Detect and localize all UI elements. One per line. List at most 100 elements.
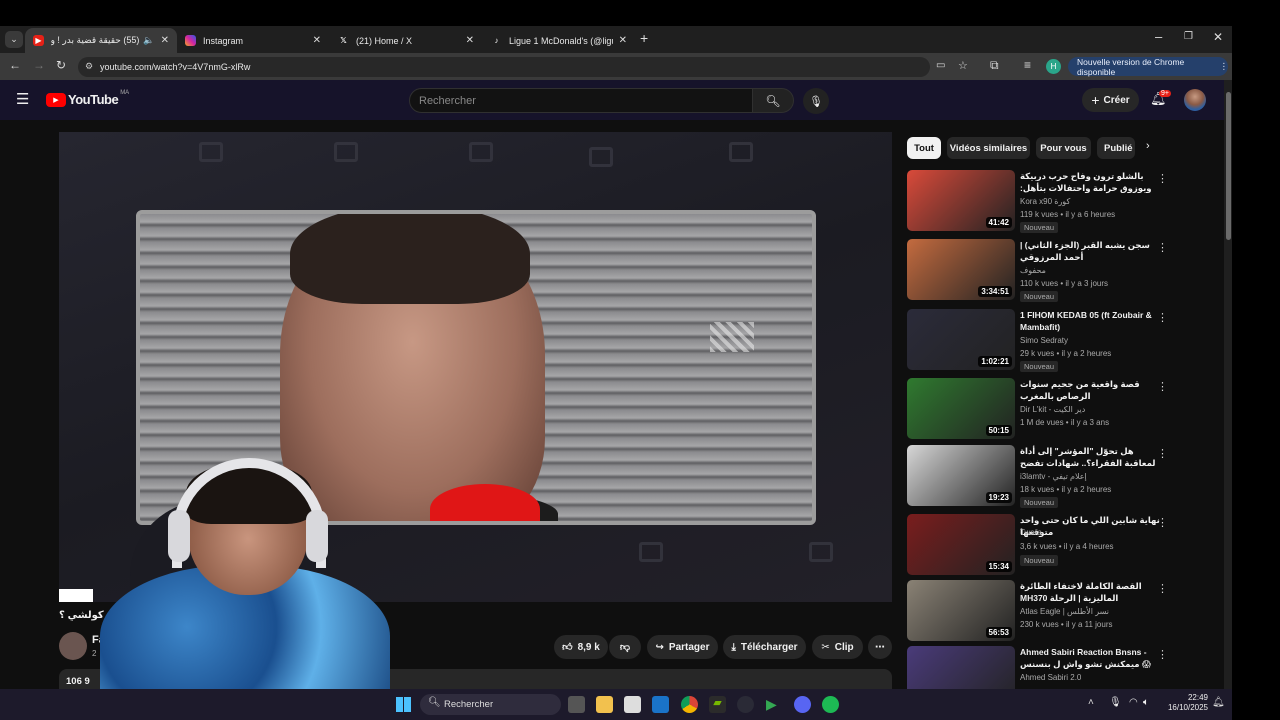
tab-close-icon[interactable]: ✕: [466, 35, 474, 46]
search-input[interactable]: Rechercher: [409, 88, 753, 113]
like-button[interactable]: 👍︎ 8,9 k: [554, 635, 608, 659]
profile-avatar[interactable]: H: [1046, 59, 1061, 74]
more-vertical-icon[interactable]: ⋮: [1157, 582, 1168, 595]
more-vertical-icon[interactable]: ⋮: [1157, 172, 1168, 185]
more-vertical-icon[interactable]: ⋮: [1157, 648, 1168, 661]
media-icon[interactable]: ≡: [1024, 58, 1031, 72]
more-actions-button[interactable]: ⋯: [868, 635, 892, 659]
video-title[interactable]: بالشلو ترون وفاح حرب دربيكة ويوزوق حرامة…: [1020, 170, 1160, 194]
close-window-icon[interactable]: ✕: [1213, 30, 1223, 44]
video-thumbnail[interactable]: 56:53: [907, 580, 1015, 641]
more-vertical-icon[interactable]: ⋮: [1157, 447, 1168, 460]
cast-icon[interactable]: ▭: [936, 60, 945, 71]
list-item[interactable]: 15:34 نهاية شابين اللي ما كان حتى واحد م…: [907, 514, 1197, 578]
store-icon[interactable]: [624, 696, 641, 713]
play-store-icon[interactable]: ▶: [766, 696, 783, 713]
back-icon[interactable]: ←: [9, 58, 21, 72]
chip-similar[interactable]: Vidéos similaires: [947, 137, 1030, 159]
tab-close-icon[interactable]: ✕: [619, 35, 627, 46]
channel-name[interactable]: i3lamtv - إعلام تيفي: [1020, 472, 1087, 481]
video-thumbnail[interactable]: 3:34:51: [907, 239, 1015, 300]
taskbar-search-input[interactable]: 🔍︎ Rechercher: [420, 694, 561, 715]
voice-search-button[interactable]: 🎙︎: [803, 88, 829, 114]
more-vertical-icon[interactable]: ⋮: [1157, 241, 1168, 254]
video-thumbnail[interactable]: 15:34: [907, 514, 1015, 575]
task-view-icon[interactable]: [568, 696, 585, 713]
list-item[interactable]: 56:53 القصة الكاملة لاختفاء الطائرة الما…: [907, 580, 1197, 644]
youtube-logo[interactable]: ▶ YouTube MA: [46, 90, 129, 107]
channel-name[interactable]: محفوف: [1020, 266, 1046, 275]
search-button[interactable]: 🔍︎: [752, 88, 794, 113]
reload-icon[interactable]: ↻: [56, 58, 66, 72]
steam-icon[interactable]: [737, 696, 754, 713]
minimize-icon[interactable]: –: [1155, 29, 1162, 44]
restore-icon[interactable]: ❐: [1184, 31, 1193, 42]
more-menu-icon[interactable]: ⋮: [1220, 61, 1229, 72]
video-thumbnail[interactable]: 19:23: [907, 445, 1015, 506]
chip-for-you[interactable]: Pour vous: [1036, 137, 1091, 159]
volume-icon[interactable]: 🔈︎: [1143, 697, 1149, 708]
tab-youtube[interactable]: ▶ (55) حقيقة قضية بدر ! واش ... 🔈 ✕: [25, 28, 177, 53]
video-title[interactable]: هل تحوّل "المؤشر" إلى أداة لمعاقبة الفقر…: [1020, 445, 1160, 469]
chrome-update-button[interactable]: Nouvelle version de Chrome disponible ⋮: [1068, 57, 1229, 77]
speaker-icon[interactable]: 🔈: [143, 35, 154, 46]
video-title[interactable]: سجن يشبه القبر (الجزء الثاني) | أحمد الم…: [1020, 239, 1160, 263]
tab-x[interactable]: 𝕏 (21) Home / X ✕: [330, 28, 482, 53]
download-button[interactable]: ⤓ Télécharger: [723, 635, 806, 659]
microphone-tray-icon[interactable]: 🎙︎: [1109, 697, 1122, 708]
more-vertical-icon[interactable]: ⋮: [1157, 380, 1168, 393]
forward-icon[interactable]: →: [33, 58, 45, 72]
list-item[interactable]: 50:15 قصة واقعية من جحيم سنوات الرصاص با…: [907, 378, 1197, 442]
file-explorer-icon[interactable]: [596, 696, 613, 713]
video-thumbnail[interactable]: 1:02:21: [907, 309, 1015, 370]
extensions-icon[interactable]: ⧉: [990, 58, 999, 73]
list-item[interactable]: 3:34:51 سجن يشبه القبر (الجزء الثاني) | …: [907, 239, 1197, 303]
channel-name[interactable]: Kora x90 كورة: [1020, 197, 1070, 206]
video-thumbnail[interactable]: 50:15: [907, 378, 1015, 439]
address-bar[interactable]: ⚙ youtube.com/watch?v=4V7nmG-xlRw ▭ ☆: [78, 57, 968, 77]
channel-name[interactable]: Ahmed Sabiri 2.0: [1020, 673, 1081, 682]
chevron-right-icon[interactable]: ›: [1146, 140, 1150, 152]
discord-icon[interactable]: [794, 696, 811, 713]
list-item[interactable]: 41:42 بالشلو ترون وفاح حرب دربيكة ويوزوق…: [907, 170, 1197, 234]
notification-center-icon[interactable]: 🔔︎: [1212, 697, 1225, 708]
video-title[interactable]: 1 FIHOM KEDAB 05 (ft Zoubair & Mambafit): [1020, 309, 1160, 333]
dislike-button[interactable]: 👎︎: [609, 635, 641, 659]
outlook-icon[interactable]: [652, 696, 669, 713]
wifi-icon[interactable]: ◠: [1129, 697, 1138, 708]
video-thumbnail[interactable]: [907, 646, 1015, 689]
tab-close-icon[interactable]: ✕: [313, 35, 321, 46]
list-item[interactable]: Ahmed Sabiri Reaction Bnsns - ميمكنش تشو…: [907, 646, 1197, 689]
menu-icon[interactable]: ☰: [16, 90, 29, 108]
share-button[interactable]: ↪ Partager: [647, 635, 718, 659]
nvidia-icon[interactable]: ▰: [709, 696, 726, 713]
video-title[interactable]: Ahmed Sabiri Reaction Bnsns - ميمكنش تشو…: [1020, 646, 1160, 670]
chevron-up-icon[interactable]: ˄: [1088, 697, 1094, 708]
more-vertical-icon[interactable]: ⋮: [1157, 516, 1168, 529]
avatar[interactable]: [1184, 89, 1206, 111]
channel-name[interactable]: Twara: [1020, 528, 1042, 537]
channel-name[interactable]: Simo Sedraty: [1020, 336, 1068, 345]
channel-avatar[interactable]: [59, 632, 87, 660]
channel-name[interactable]: Dir L'kit - دير الكيت: [1020, 405, 1085, 414]
new-tab-icon[interactable]: +: [640, 30, 648, 46]
tab-search-icon[interactable]: ⌄: [5, 31, 23, 48]
channel-name[interactable]: Atlas Eagle | نسر الأطلس: [1020, 607, 1109, 616]
chip-all[interactable]: Tout: [907, 137, 941, 159]
tab-instagram[interactable]: Instagram ✕: [177, 28, 329, 53]
scrollbar-thumb[interactable]: [1226, 92, 1231, 240]
chrome-icon[interactable]: [681, 696, 698, 713]
windows-start-icon[interactable]: [396, 697, 411, 712]
tab-tiktok[interactable]: ♪ Ligue 1 McDonald's (@ligue1) ✕: [483, 28, 635, 53]
list-item[interactable]: 19:23 هل تحوّل "المؤشر" إلى أداة لمعاقبة…: [907, 445, 1197, 509]
list-item[interactable]: 1:02:21 1 FIHOM KEDAB 05 (ft Zoubair & M…: [907, 309, 1197, 373]
chip-published[interactable]: Publié: [1097, 137, 1135, 159]
bookmark-star-icon[interactable]: ☆: [958, 59, 968, 72]
clip-button[interactable]: ✂ Clip: [812, 635, 863, 659]
create-button[interactable]: + Créer: [1082, 88, 1139, 112]
more-vertical-icon[interactable]: ⋮: [1157, 311, 1168, 324]
site-info-icon[interactable]: ⚙: [85, 61, 93, 72]
spotify-icon[interactable]: [822, 696, 839, 713]
video-title[interactable]: قصة واقعية من جحيم سنوات الرصاص بالمغرب: [1020, 378, 1160, 402]
system-clock[interactable]: 22:49 16/10/2025: [1162, 693, 1208, 713]
